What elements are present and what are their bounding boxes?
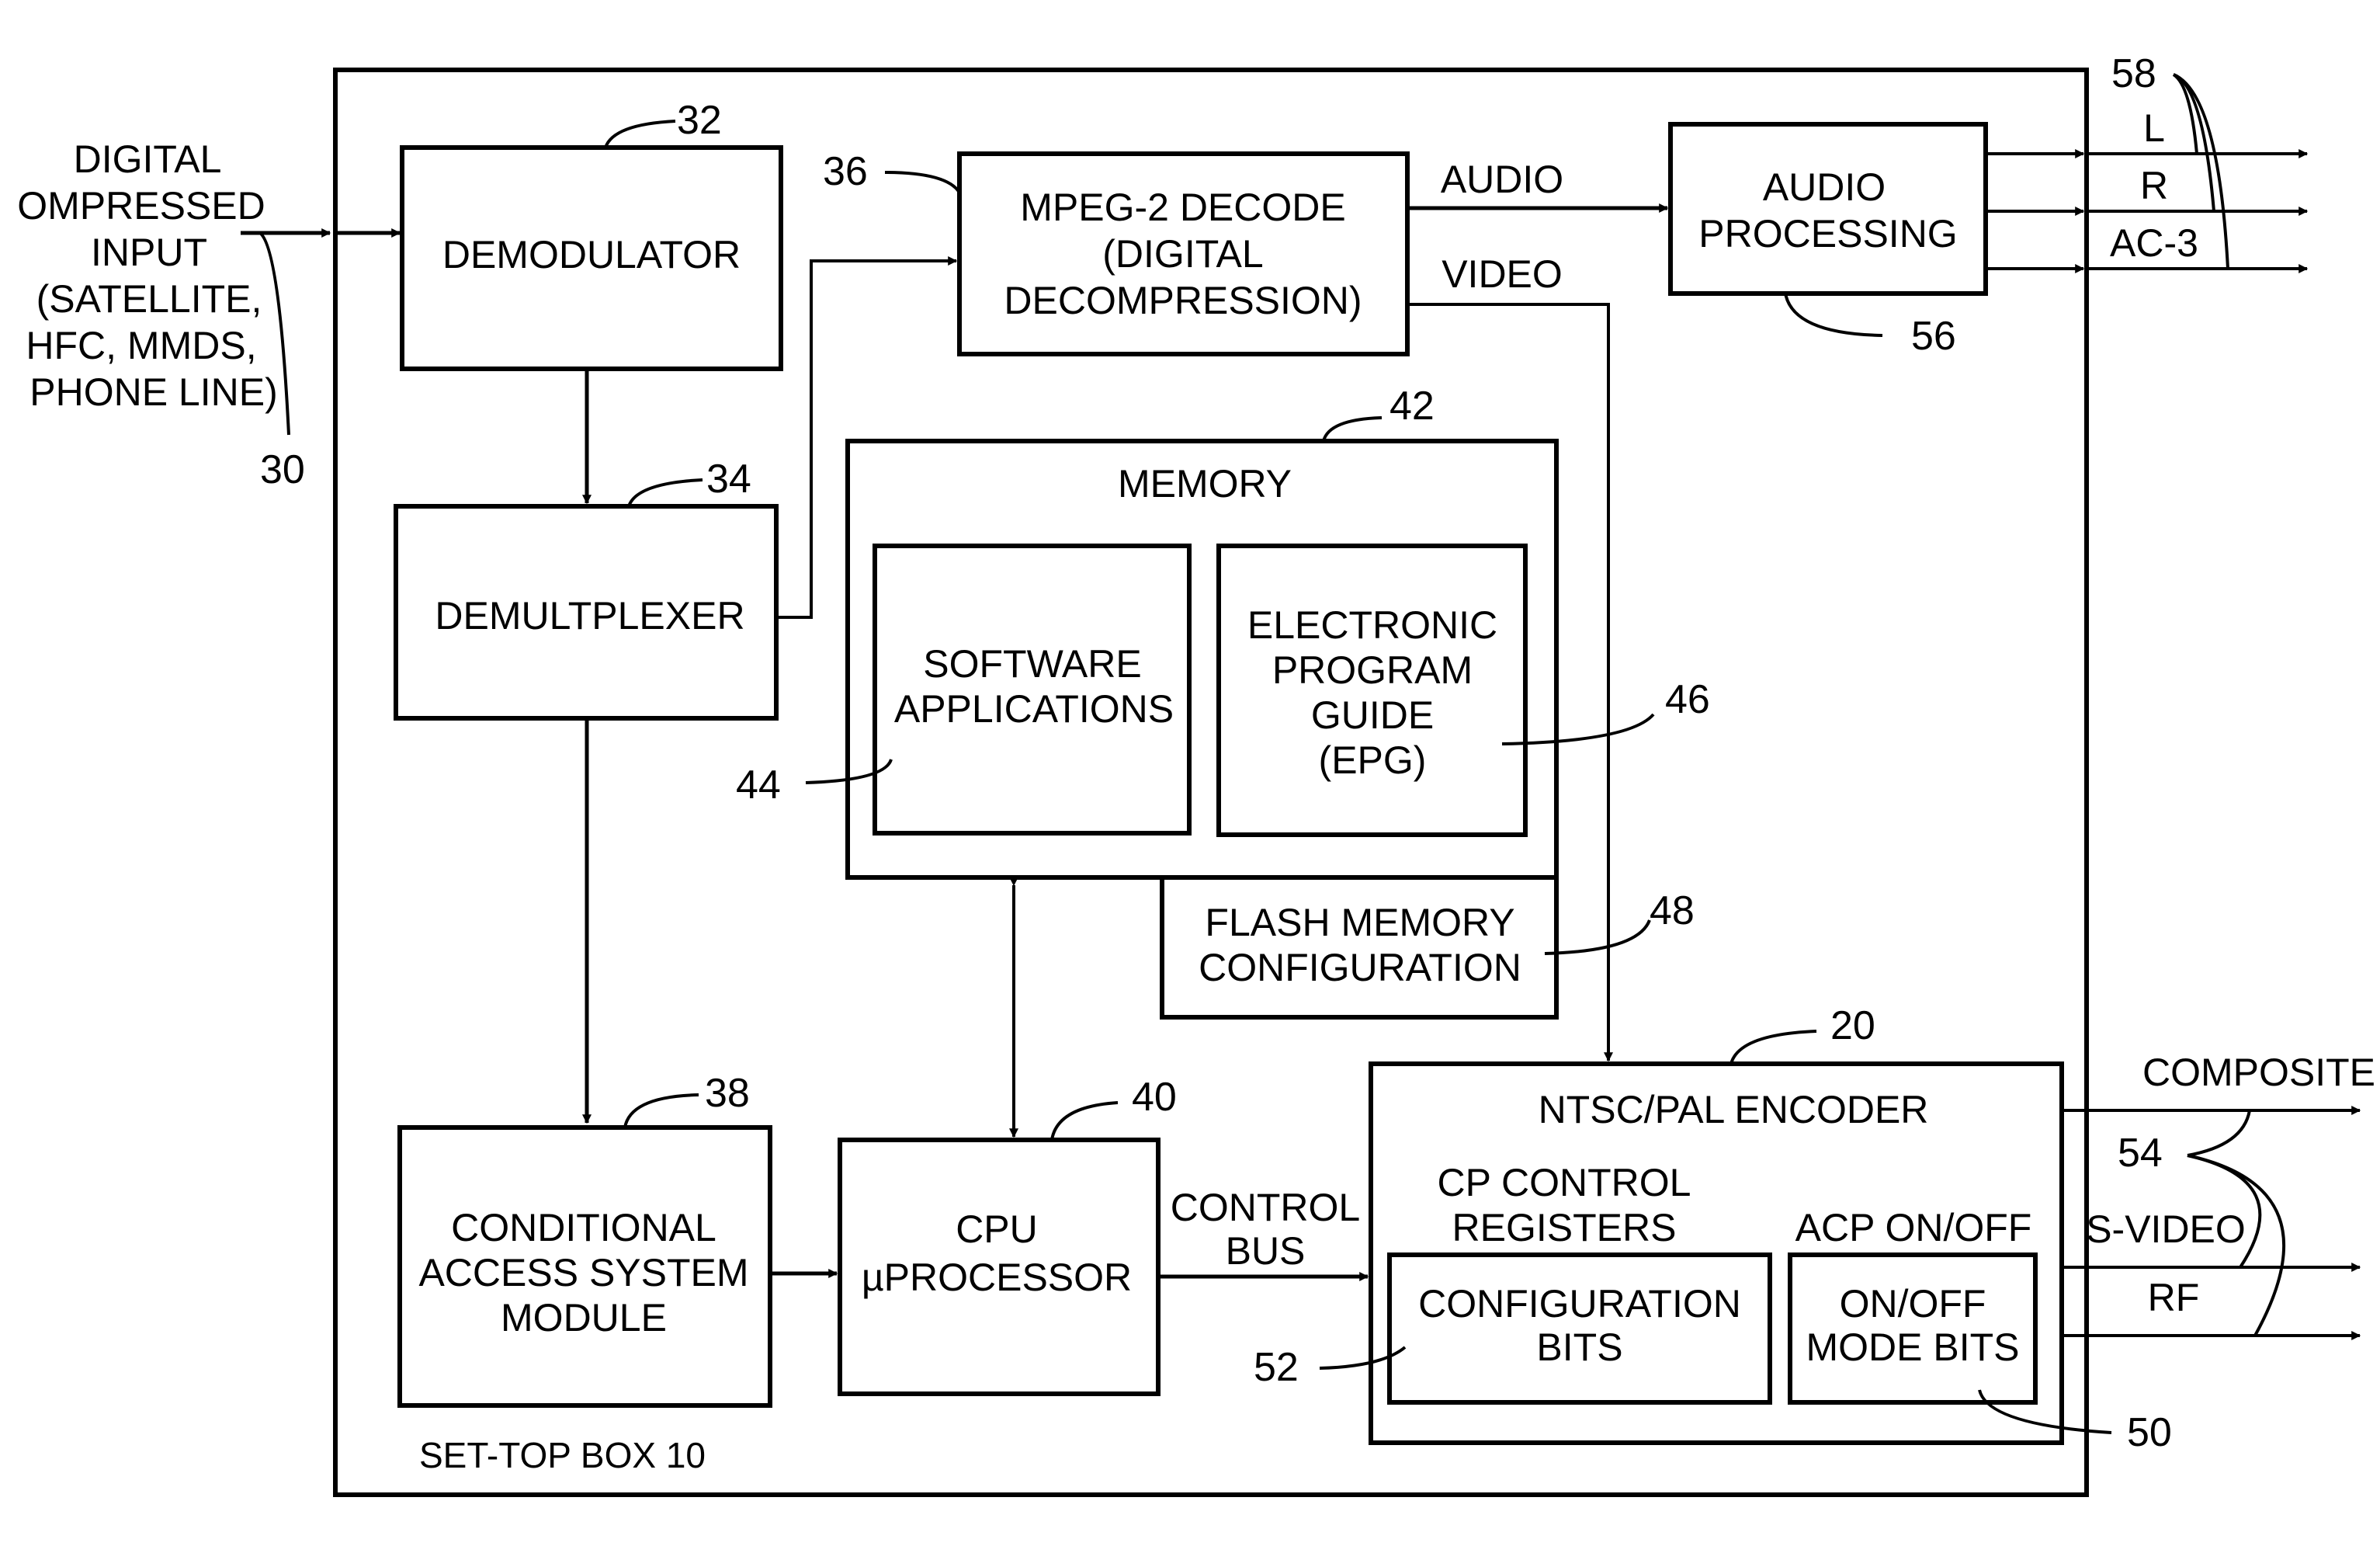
input-label: DIGITAL OMPRESSED INPUT (SATELLITE, HFC,… xyxy=(17,137,278,414)
ref-leader-38 xyxy=(623,1093,699,1128)
ref-leader-34 xyxy=(627,478,703,507)
cpu-line-1: CPU xyxy=(956,1207,1038,1251)
ref-leader-52 xyxy=(1319,1346,1407,1370)
ref-leader-20 xyxy=(1729,1030,1817,1065)
ref-20: 20 xyxy=(1830,1003,1875,1048)
ref-50: 50 xyxy=(2127,1410,2172,1455)
mpeg-decode-line-2: (DIGITAL xyxy=(1102,232,1263,276)
encoder-label: NTSC/PAL ENCODER xyxy=(1539,1088,1929,1131)
ref-44: 44 xyxy=(736,763,781,808)
audio-out-r-label: R xyxy=(2140,164,2168,207)
memory-label: MEMORY xyxy=(1118,462,1292,506)
cp-control-line-1: CP CONTROL xyxy=(1438,1161,1691,1204)
input-line-6: PHONE LINE) xyxy=(29,370,278,414)
audio-processing-block xyxy=(1668,122,1988,296)
video-out-rf-label: RF xyxy=(2148,1276,2200,1319)
ref-32: 32 xyxy=(677,98,722,143)
ref-46: 46 xyxy=(1665,677,1710,722)
ref-34: 34 xyxy=(706,457,751,502)
input-line-5: HFC, MMDS, xyxy=(26,324,256,367)
ref-leader-36 xyxy=(884,171,961,194)
ref-leader-54-a xyxy=(2187,1110,2251,1157)
mpeg-decode-line-3: DECOMPRESSION) xyxy=(1004,279,1362,322)
set-top-box-label: SET-TOP BOX 10 xyxy=(419,1435,706,1475)
ref-leader-56 xyxy=(1784,293,1883,337)
acp-on-off-label: ACP ON/OFF xyxy=(1795,1206,2032,1249)
ref-leader-40 xyxy=(1050,1101,1119,1141)
ref-36: 36 xyxy=(823,149,868,194)
demultiplexer-label: DEMULTPLEXER xyxy=(435,594,744,638)
ref-leader-32 xyxy=(604,120,676,148)
video-signal-label: VIDEO xyxy=(1442,252,1563,296)
on-off-mode-bits-line-2: MODE BITS xyxy=(1806,1325,2019,1369)
ref-54: 54 xyxy=(2118,1131,2163,1176)
audio-signal-label: AUDIO xyxy=(1441,158,1563,201)
ref-38: 38 xyxy=(705,1071,750,1116)
flash-memory-line-1: FLASH MEMORY xyxy=(1205,901,1514,944)
audio-out-ac3-label: AC-3 xyxy=(2110,221,2198,265)
mpeg-decode-line-1: MPEG-2 DECODE xyxy=(1020,186,1346,229)
epg-line-1: ELECTRONIC xyxy=(1247,603,1497,647)
ref-40: 40 xyxy=(1132,1075,1177,1120)
epg-line-4: (EPG) xyxy=(1319,738,1427,782)
epg-line-3: GUIDE xyxy=(1311,693,1434,737)
cpu-line-2: µPROCESSOR xyxy=(862,1256,1132,1299)
input-line-2: OMPRESSED xyxy=(17,184,265,228)
conditional-access-line-1: CONDITIONAL xyxy=(451,1206,716,1249)
audio-processing-line-1: AUDIO xyxy=(1763,165,1886,209)
cp-control-line-2: REGISTERS xyxy=(1452,1206,1677,1249)
ref-58: 58 xyxy=(2111,51,2156,96)
software-applications-line-1: SOFTWARE xyxy=(923,642,1141,686)
configuration-bits-line-2: BITS xyxy=(1536,1325,1622,1369)
configuration-bits-line-1: CONFIGURATION xyxy=(1418,1282,1741,1325)
input-line-1: DIGITAL xyxy=(74,137,222,181)
audio-processing-line-2: PROCESSING xyxy=(1698,212,1957,255)
ref-leader-50 xyxy=(1978,1389,2112,1434)
software-applications-line-2: APPLICATIONS xyxy=(894,687,1174,731)
ref-leader-42 xyxy=(1322,416,1383,442)
ref-56: 56 xyxy=(1911,314,1956,359)
conditional-access-line-2: ACCESS SYSTEM xyxy=(418,1251,748,1294)
ref-48: 48 xyxy=(1650,888,1695,933)
video-out-composite-label: COMPOSITE xyxy=(2142,1051,2375,1094)
flash-memory-line-2: CONFIGURATION xyxy=(1199,946,1521,989)
control-bus-line-2: BUS xyxy=(1226,1229,1306,1273)
input-line-3: INPUT xyxy=(91,231,207,274)
ref-30: 30 xyxy=(260,447,305,492)
epg-line-2: PROGRAM xyxy=(1272,648,1473,692)
ref-52: 52 xyxy=(1254,1345,1299,1390)
demodulator-label: DEMODULATOR xyxy=(442,233,741,276)
video-out-svideo-label: S-VIDEO xyxy=(2086,1207,2246,1251)
ref-leader-48 xyxy=(1544,919,1651,955)
on-off-mode-bits-line-1: ON/OFF xyxy=(1840,1282,1986,1325)
audio-out-l-label: L xyxy=(2143,106,2165,150)
set-top-box-block-diagram: SET-TOP BOX 10 DIGITAL OMPRESSED INPUT (… xyxy=(17,51,2375,1497)
conditional-access-line-3: MODULE xyxy=(501,1296,667,1339)
ref-42: 42 xyxy=(1389,384,1435,429)
control-bus-line-1: CONTROL xyxy=(1171,1186,1360,1229)
input-line-4: (SATELLITE, xyxy=(36,277,262,321)
